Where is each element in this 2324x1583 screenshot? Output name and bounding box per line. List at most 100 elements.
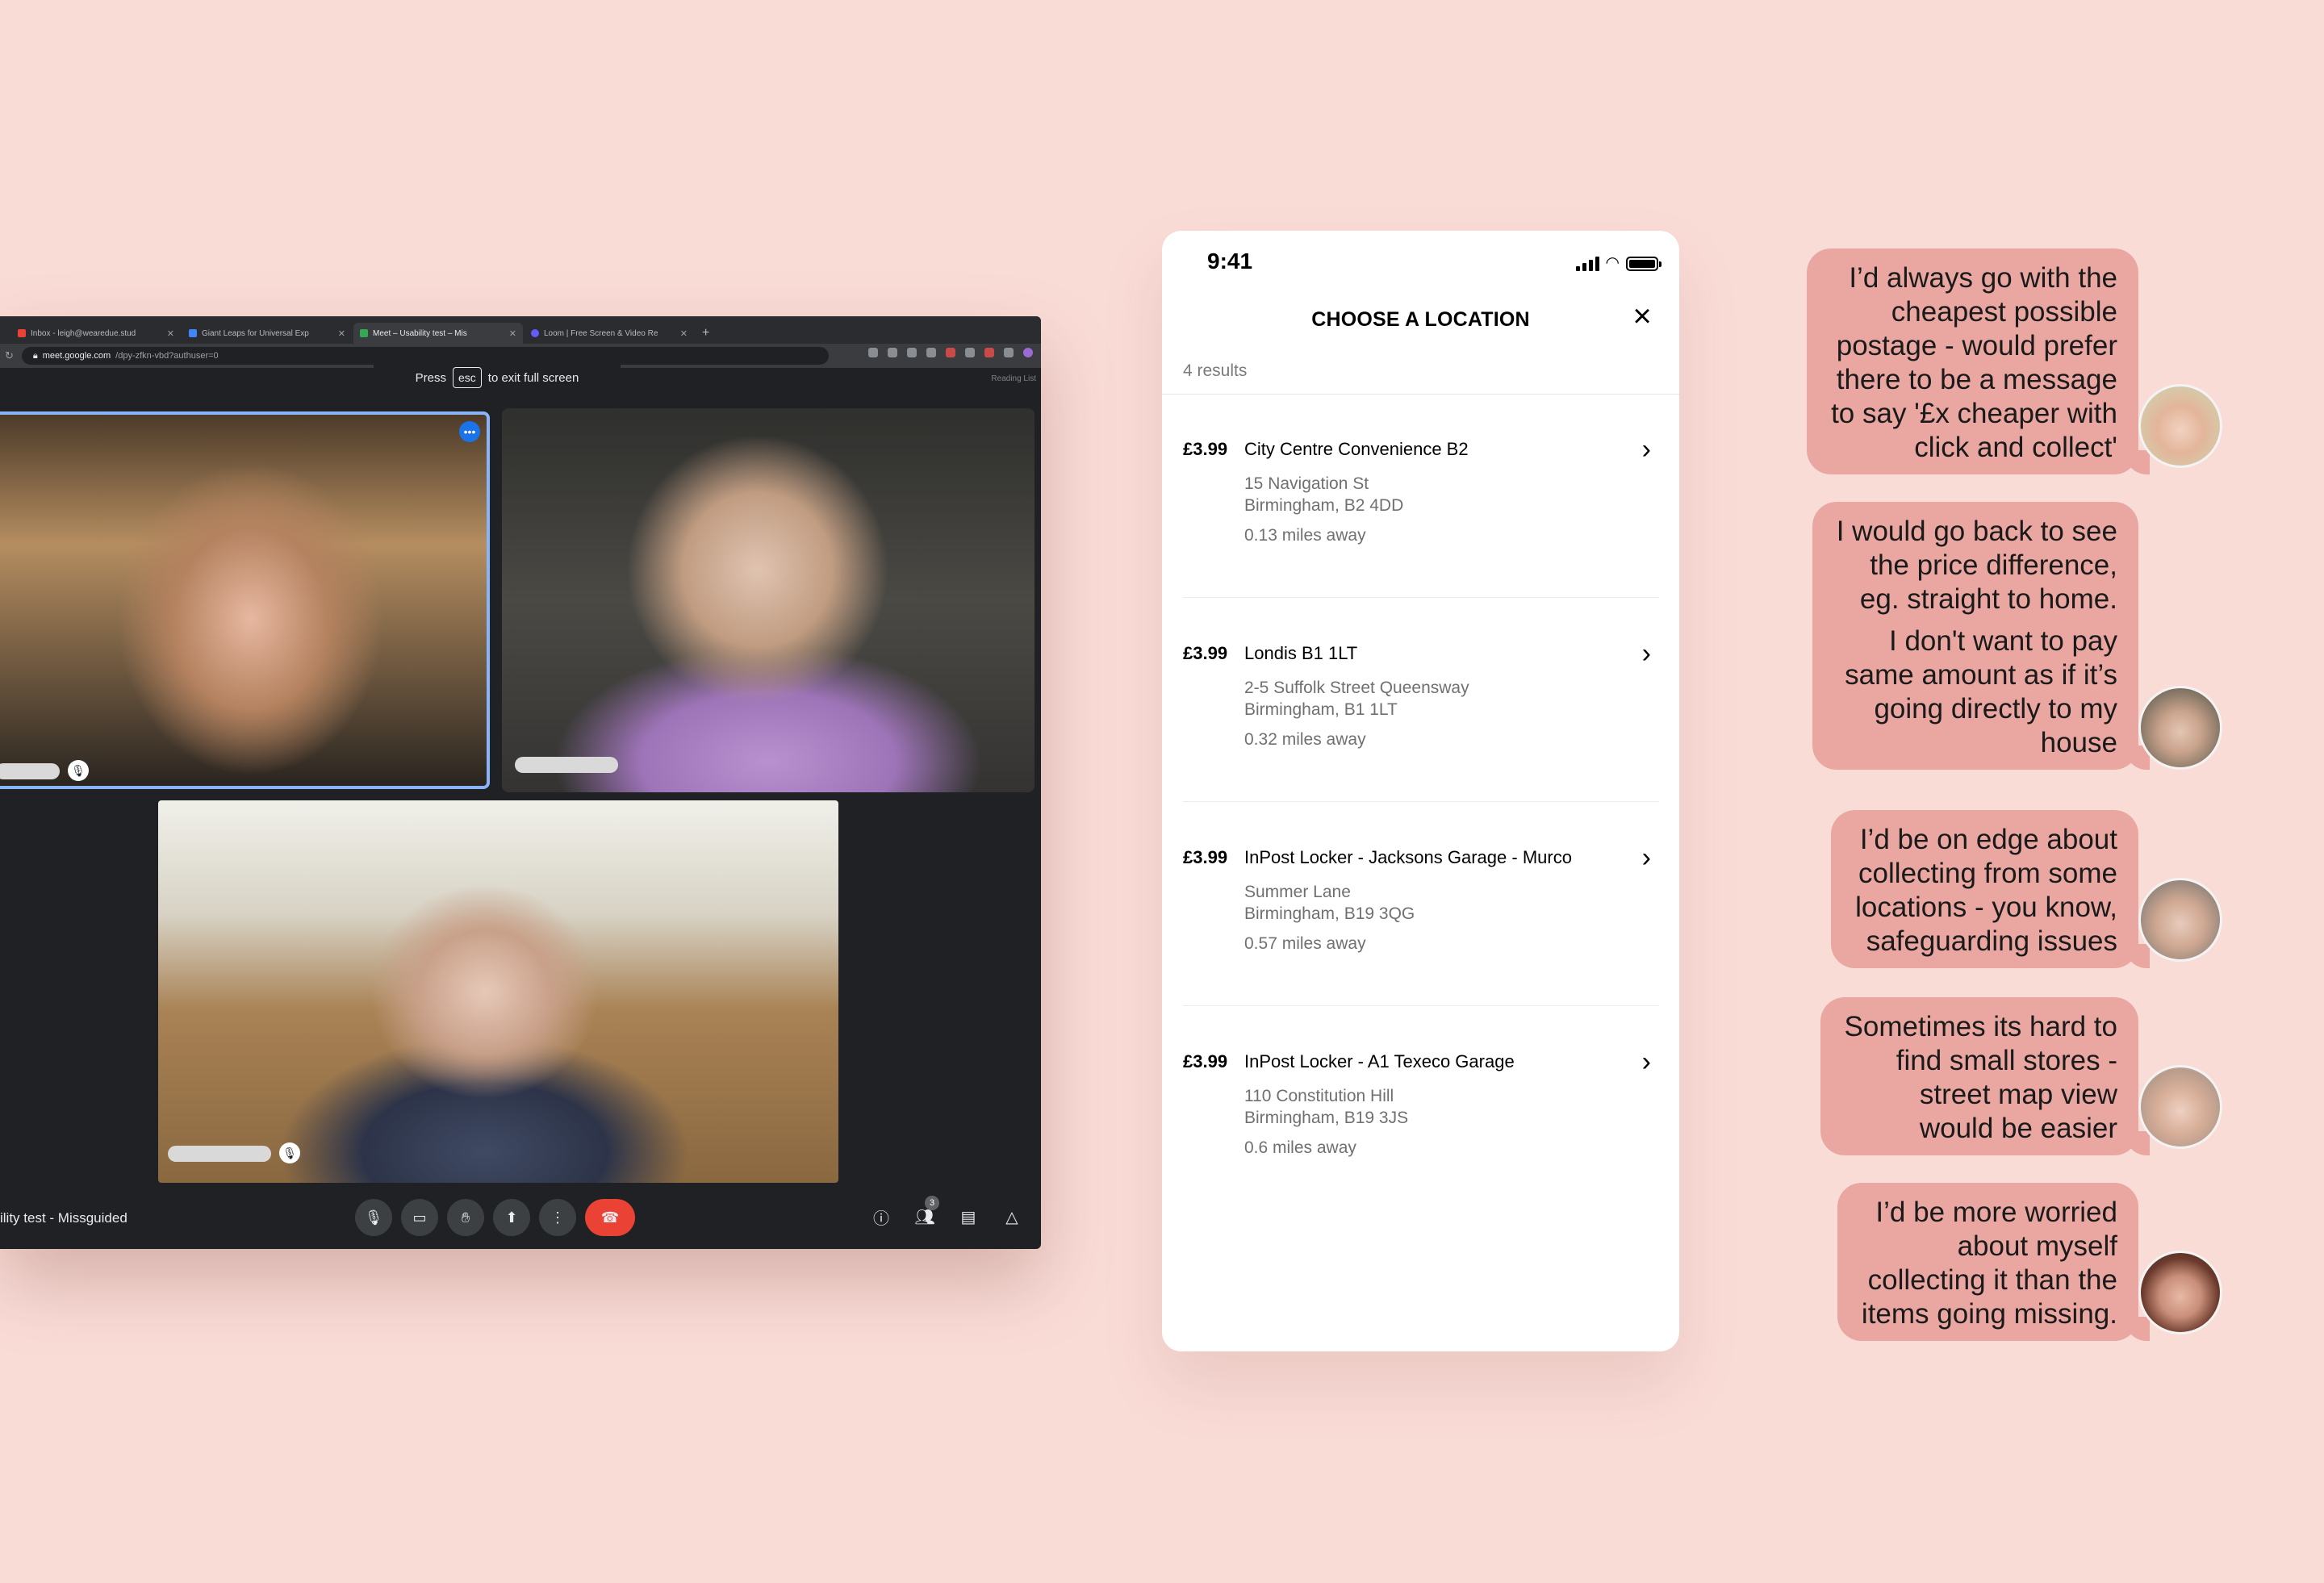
tab-label: Loom | Free Screen & Video Re — [544, 328, 658, 338]
battery-icon — [1626, 257, 1661, 271]
end-call-button[interactable]: ☎︎ — [585, 1199, 635, 1236]
mic-icon[interactable]: 🎙︎ — [355, 1199, 392, 1236]
location-item[interactable]: £3.99 InPost Locker - A1 Texeco Garage 1… — [1183, 1046, 1659, 1245]
participant-tile[interactable] — [502, 408, 1035, 792]
bookmark-star-icon[interactable] — [926, 348, 936, 357]
status-icons: ◠ — [1575, 254, 1661, 272]
divider — [1162, 394, 1679, 395]
page-title: CHOOSE A LOCATION — [1311, 308, 1530, 331]
browser-tab-active[interactable]: Meet – Usability test – Mis ✕ — [353, 323, 523, 344]
divider — [1183, 801, 1659, 802]
chat-icon[interactable]: ▤ — [955, 1204, 981, 1230]
participant-name — [515, 757, 618, 773]
bubble-tail — [2125, 1131, 2150, 1155]
avatar — [2138, 384, 2222, 468]
location-item[interactable]: £3.99 InPost Locker - Jacksons Garage - … — [1183, 842, 1659, 1041]
bubble-tail — [2125, 1317, 2150, 1341]
location-name: InPost Locker - A1 Texeco Garage — [1244, 1051, 1515, 1071]
quote-text: Sometimes its hard to find small stores … — [1844, 1011, 2117, 1144]
camera-status-icon[interactable] — [868, 348, 878, 357]
phone-screen: 9:41 ◠ CHOOSE A LOCATION × 4 results £3.… — [1162, 231, 1679, 1351]
screenshot-icon[interactable] — [965, 348, 975, 357]
extension-icon[interactable] — [984, 348, 994, 357]
present-icon[interactable]: ⬆ — [493, 1199, 530, 1236]
quote-4: Sometimes its hard to find small stores … — [1783, 997, 2235, 1159]
location-item[interactable]: £3.99 City Centre Convenience B2 15 Navi… — [1183, 434, 1659, 633]
close-tab-icon[interactable]: ✕ — [509, 328, 516, 339]
call-controls: 🎙︎ ▭ ✋︎ ⬆ ⋮ ☎︎ — [355, 1199, 635, 1236]
location-distance: 0.13 miles away — [1244, 526, 1366, 545]
zoom-icon[interactable] — [888, 348, 897, 357]
quote-bubble: I’d always go with the cheapest possible… — [1807, 249, 2150, 474]
tab-label: Giant Leaps for Universal Exp — [202, 328, 309, 338]
url-path: /dpy-zfkn-vbd?authuser=0 — [115, 351, 219, 361]
quote-text: I don't want to pay same amount as if it… — [1845, 625, 2117, 758]
close-tab-icon[interactable]: ✕ — [167, 328, 174, 339]
location-street: 2-5 Suffolk Street Queensway — [1244, 679, 1469, 697]
puzzle-icon[interactable] — [1004, 348, 1014, 357]
toast-text: to exit full screen — [487, 370, 579, 385]
reading-list[interactable]: Reading List — [991, 374, 1036, 383]
location-name: City Centre Convenience B2 — [1244, 439, 1469, 459]
location-distance: 0.57 miles away — [1244, 934, 1366, 953]
bubble-tail — [2125, 450, 2150, 474]
location-city: Birmingham, B19 3QG — [1244, 904, 1415, 923]
url-host: meet.google.com — [42, 351, 111, 361]
raise-hand-icon[interactable]: ✋︎ — [447, 1199, 484, 1236]
quote-bubble: I’d be on edge about collecting from som… — [1831, 810, 2150, 968]
location-city: Birmingham, B19 3JS — [1244, 1109, 1409, 1127]
divider — [1183, 1005, 1659, 1006]
location-item[interactable]: £3.99 Londis B1 1LT 2-5 Suffolk Street Q… — [1183, 638, 1659, 837]
lock-icon: 🔒︎ — [32, 350, 38, 361]
wifi-icon: ◠ — [1605, 254, 1620, 272]
close-icon[interactable]: × — [1624, 300, 1660, 336]
activities-icon[interactable]: △ — [999, 1204, 1025, 1230]
camera-icon[interactable]: ▭ — [401, 1199, 438, 1236]
info-icon[interactable]: ⓘ — [868, 1204, 894, 1230]
quote-text: I’d always go with the cheapest possible… — [1831, 262, 2117, 463]
location-price: £3.99 — [1183, 847, 1228, 867]
new-tab-icon[interactable]: + — [696, 323, 716, 344]
mic-off-icon: 🎙︎ — [279, 1142, 300, 1163]
browser-tab[interactable]: Loom | Free Screen & Video Re ✕ — [525, 323, 694, 344]
location-city: Birmingham, B2 4DD — [1244, 496, 1404, 515]
end-call-icon: ☎︎ — [600, 1209, 620, 1226]
close-tab-icon[interactable]: ✕ — [338, 328, 345, 339]
quote-text: I’d be on edge about collecting from som… — [1855, 824, 2117, 957]
more-options-icon[interactable]: ••• — [459, 421, 480, 442]
chevron-right-icon: › — [1641, 638, 1651, 669]
meet-icon — [360, 329, 368, 337]
reload-icon[interactable]: ↻ — [5, 349, 14, 362]
esc-key: esc — [452, 367, 482, 388]
location-city: Birmingham, B1 1LT — [1244, 700, 1398, 719]
quote-bubble: Sometimes its hard to find small stores … — [1820, 997, 2150, 1155]
avatar — [2138, 1251, 2222, 1334]
location-street: 15 Navigation St — [1244, 474, 1369, 493]
fullscreen-toast: Press esc to exit full screen — [374, 360, 621, 395]
quote-5: I’d be more worried about myself collect… — [1783, 1183, 2235, 1344]
location-street: Summer Lane — [1244, 883, 1351, 901]
browser-tab[interactable]: Giant Leaps for Universal Exp ✕ — [182, 323, 352, 344]
tab-label: Inbox - leigh@wearedue.stud — [31, 328, 136, 338]
participant-count-badge: 3 — [925, 1196, 939, 1210]
participant-name — [0, 763, 60, 779]
quote-1: I’d always go with the cheapest possible… — [1783, 249, 2235, 474]
avatar — [2138, 1065, 2222, 1149]
location-price: £3.99 — [1183, 643, 1228, 663]
meeting-title: ility test - Missguided — [0, 1210, 127, 1226]
mic-off-icon: 🎙︎ — [68, 760, 89, 781]
participant-tile[interactable]: 🎙︎ — [158, 800, 838, 1183]
share-icon[interactable] — [907, 348, 917, 357]
avatar — [2138, 686, 2222, 770]
profile-icon[interactable] — [1023, 348, 1033, 357]
extension-icon[interactable] — [946, 348, 955, 357]
more-icon[interactable]: ⋮ — [539, 1199, 576, 1236]
participant-tile[interactable]: ••• 🎙︎ — [0, 411, 490, 789]
close-tab-icon[interactable]: ✕ — [680, 328, 688, 339]
browser-tab[interactable]: Inbox - leigh@wearedue.stud ✕ — [11, 323, 181, 344]
divider — [1183, 597, 1659, 598]
people-icon[interactable]: 👥︎ 3 — [912, 1196, 939, 1230]
quote-bubble: I’d be more worried about myself collect… — [1837, 1183, 2150, 1341]
bubble-tail — [2125, 944, 2150, 968]
signal-icon — [1575, 255, 1599, 271]
